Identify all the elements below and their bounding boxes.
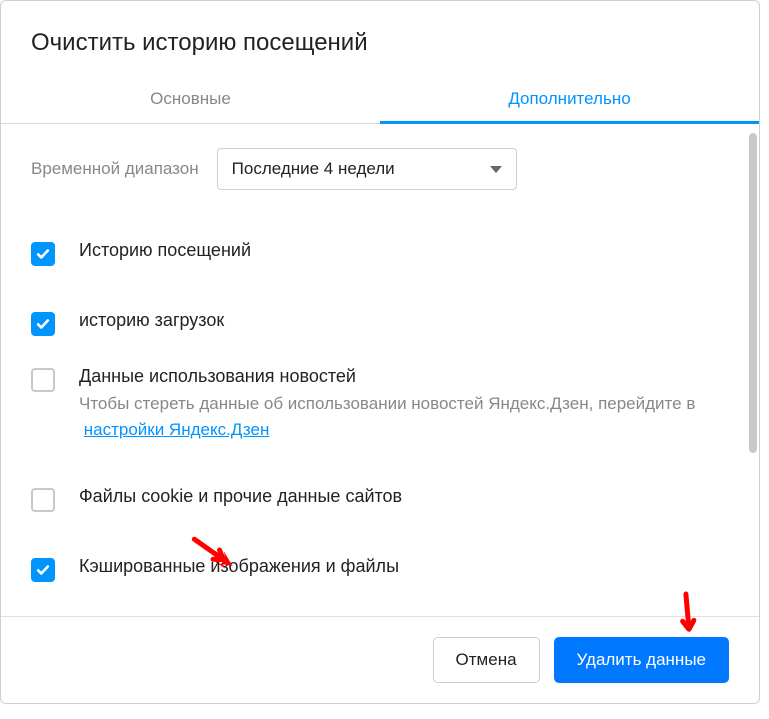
tabs: Основные Дополнительно	[1, 77, 759, 124]
option-label: Файлы cookie и прочие данные сайтов	[79, 486, 402, 507]
check-icon	[36, 247, 50, 261]
option-news-usage: Данные использования новостей Чтобы стер…	[31, 366, 729, 442]
option-text: Данные использования новостей Чтобы стер…	[79, 366, 729, 442]
dialog-title: Очистить историю посещений	[31, 29, 729, 57]
option-label: Данные использования новостей	[79, 366, 729, 387]
checkbox-download-history[interactable]	[31, 312, 55, 336]
time-range-select[interactable]: Последние 4 недели	[217, 148, 517, 190]
option-cookies: Файлы cookie и прочие данные сайтов	[31, 486, 729, 512]
dialog-body: Временной диапазон Последние 4 недели Ис…	[1, 124, 759, 616]
scrollbar-thumb[interactable]	[749, 133, 757, 453]
dialog-header: Очистить историю посещений	[1, 1, 759, 77]
chevron-down-icon	[490, 166, 502, 173]
option-label: Кэшированные изображения и файлы	[79, 556, 399, 577]
checkbox-cache[interactable]	[31, 558, 55, 582]
option-cache: Кэшированные изображения и файлы	[31, 556, 729, 582]
clear-history-dialog: Очистить историю посещений Основные Допо…	[0, 0, 760, 704]
option-label: историю загрузок	[79, 310, 224, 331]
dialog-footer: Отмена Удалить данные	[1, 616, 759, 703]
time-range-label: Временной диапазон	[31, 159, 199, 179]
time-range-value: Последние 4 недели	[232, 159, 395, 179]
option-download-history: историю загрузок	[31, 310, 729, 336]
checkbox-news-usage[interactable]	[31, 368, 55, 392]
delete-data-button[interactable]: Удалить данные	[554, 637, 729, 683]
checkbox-browsing-history[interactable]	[31, 242, 55, 266]
check-icon	[36, 563, 50, 577]
option-description: Чтобы стереть данные об использовании но…	[79, 391, 729, 442]
tab-advanced[interactable]: Дополнительно	[380, 77, 759, 123]
checkbox-cookies[interactable]	[31, 488, 55, 512]
cancel-button[interactable]: Отмена	[433, 637, 540, 683]
option-label: Историю посещений	[79, 240, 251, 261]
check-icon	[36, 317, 50, 331]
option-browsing-history: Историю посещений	[31, 240, 729, 266]
tab-basic[interactable]: Основные	[1, 77, 380, 123]
time-range-row: Временной диапазон Последние 4 недели	[31, 148, 729, 190]
zen-settings-link[interactable]: настройки Яндекс.Дзен	[84, 420, 270, 439]
